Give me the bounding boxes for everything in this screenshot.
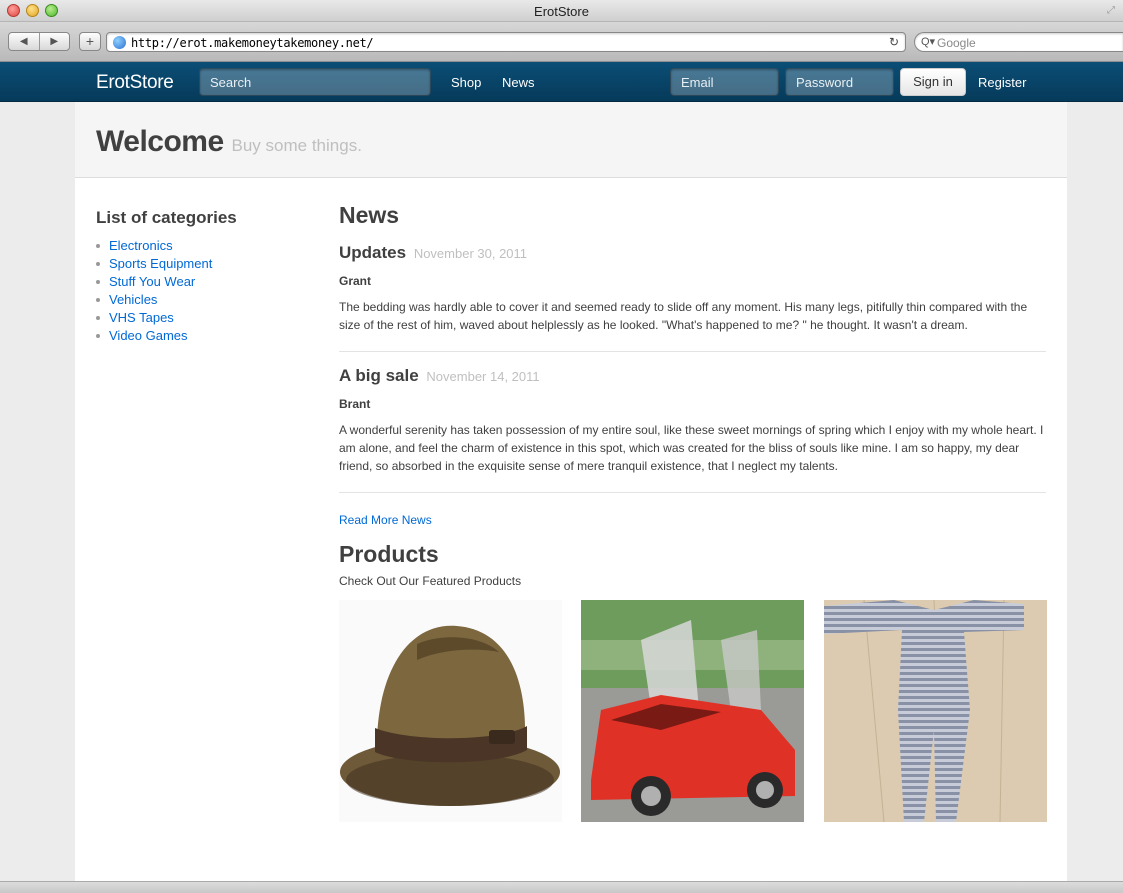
globe-icon	[113, 36, 126, 49]
post-divider	[339, 492, 1046, 493]
browser-search-field[interactable]: Q▾ Google	[914, 32, 1123, 52]
hero-unit: Welcome Buy some things.	[75, 102, 1067, 178]
page-title: Welcome Buy some things.	[96, 125, 362, 159]
post-title: A big sale	[339, 366, 419, 385]
categories-list: Electronics Sports Equipment Stuff You W…	[96, 237, 306, 345]
register-link[interactable]: Register	[978, 75, 1026, 90]
back-forward-group: ◀ ▶	[8, 32, 70, 51]
category-link-stuff-you-wear[interactable]: Stuff You Wear	[96, 273, 306, 291]
news-post: A big sale November 14, 2011 Brant A won…	[339, 366, 1046, 475]
site-navbar: ErotStore Shop News Sign in Register	[0, 62, 1123, 102]
email-input[interactable]	[670, 68, 779, 96]
browser-search-placeholder: Google	[937, 36, 976, 50]
post-title-line: Updates November 30, 2011	[339, 243, 1046, 263]
add-tab-button[interactable]: +	[79, 32, 101, 51]
back-button[interactable]: ◀	[9, 33, 39, 50]
category-link-sports-equipment[interactable]: Sports Equipment	[96, 255, 306, 273]
site-search-input[interactable]	[199, 68, 431, 96]
product-image-onesie[interactable]	[824, 600, 1047, 822]
window-title: ErotStore	[534, 4, 589, 19]
post-title-line: A big sale November 14, 2011	[339, 366, 1046, 386]
post-author: Brant	[339, 397, 371, 411]
window-titlebar: ErotStore ⤢	[0, 0, 1123, 22]
featured-products	[339, 600, 1047, 822]
hero-subtitle: Buy some things.	[231, 136, 362, 155]
hero-title: Welcome	[96, 125, 224, 158]
post-author: Grant	[339, 274, 372, 288]
news-heading: News	[339, 202, 400, 228]
sign-in-button[interactable]: Sign in	[900, 68, 966, 96]
read-more-news-link[interactable]: Read More News	[339, 513, 1046, 527]
post-date: November 14, 2011	[426, 369, 540, 384]
address-bar[interactable]: http://erot.makemoneytakemoney.net/ ↻	[106, 32, 906, 52]
forward-button[interactable]: ▶	[38, 33, 70, 50]
post-body: The bedding was hardly able to cover it …	[339, 300, 1028, 332]
fullscreen-icon[interactable]: ⤢	[1107, 5, 1119, 17]
content-container: Welcome Buy some things. List of categor…	[75, 102, 1067, 893]
category-link-vehicles[interactable]: Vehicles	[96, 291, 306, 309]
category-link-electronics[interactable]: Electronics	[96, 237, 306, 255]
reload-button[interactable]: ↻	[889, 35, 899, 49]
categories-heading: List of categories	[96, 208, 237, 227]
product-image-hat[interactable]	[339, 600, 562, 822]
category-link-video-games[interactable]: Video Games	[96, 327, 306, 345]
brand-logo[interactable]: ErotStore	[96, 72, 174, 94]
news-post: Updates November 30, 2011 Grant The bedd…	[339, 243, 1046, 334]
window-bottom-edge	[0, 881, 1123, 893]
nav-link-shop[interactable]: Shop	[451, 75, 481, 90]
url-text[interactable]: http://erot.makemoneytakemoney.net/	[131, 36, 374, 50]
search-engine-icon[interactable]: Q▾	[921, 35, 935, 48]
post-body: A wonderful serenity has taken possessio…	[339, 423, 1044, 473]
post-title: Updates	[339, 243, 407, 262]
products-heading: Products	[339, 541, 439, 567]
password-input[interactable]	[785, 68, 894, 96]
page-background: Welcome Buy some things. List of categor…	[0, 102, 1123, 893]
category-link-vhs-tapes[interactable]: VHS Tapes	[96, 309, 306, 327]
post-date: November 30, 2011	[413, 246, 528, 261]
product-image-car[interactable]	[581, 600, 804, 822]
post-divider	[339, 351, 1046, 352]
nav-link-news[interactable]: News	[502, 75, 535, 90]
sidebar: List of categories Electronics Sports Eq…	[96, 208, 306, 345]
products-subtitle: Check Out Our Featured Products	[339, 574, 522, 588]
main-content: News Updates November 30, 2011 Grant The…	[339, 202, 1047, 822]
browser-toolbar: ◀ ▶ + http://erot.makemoneytakemoney.net…	[0, 22, 1123, 62]
